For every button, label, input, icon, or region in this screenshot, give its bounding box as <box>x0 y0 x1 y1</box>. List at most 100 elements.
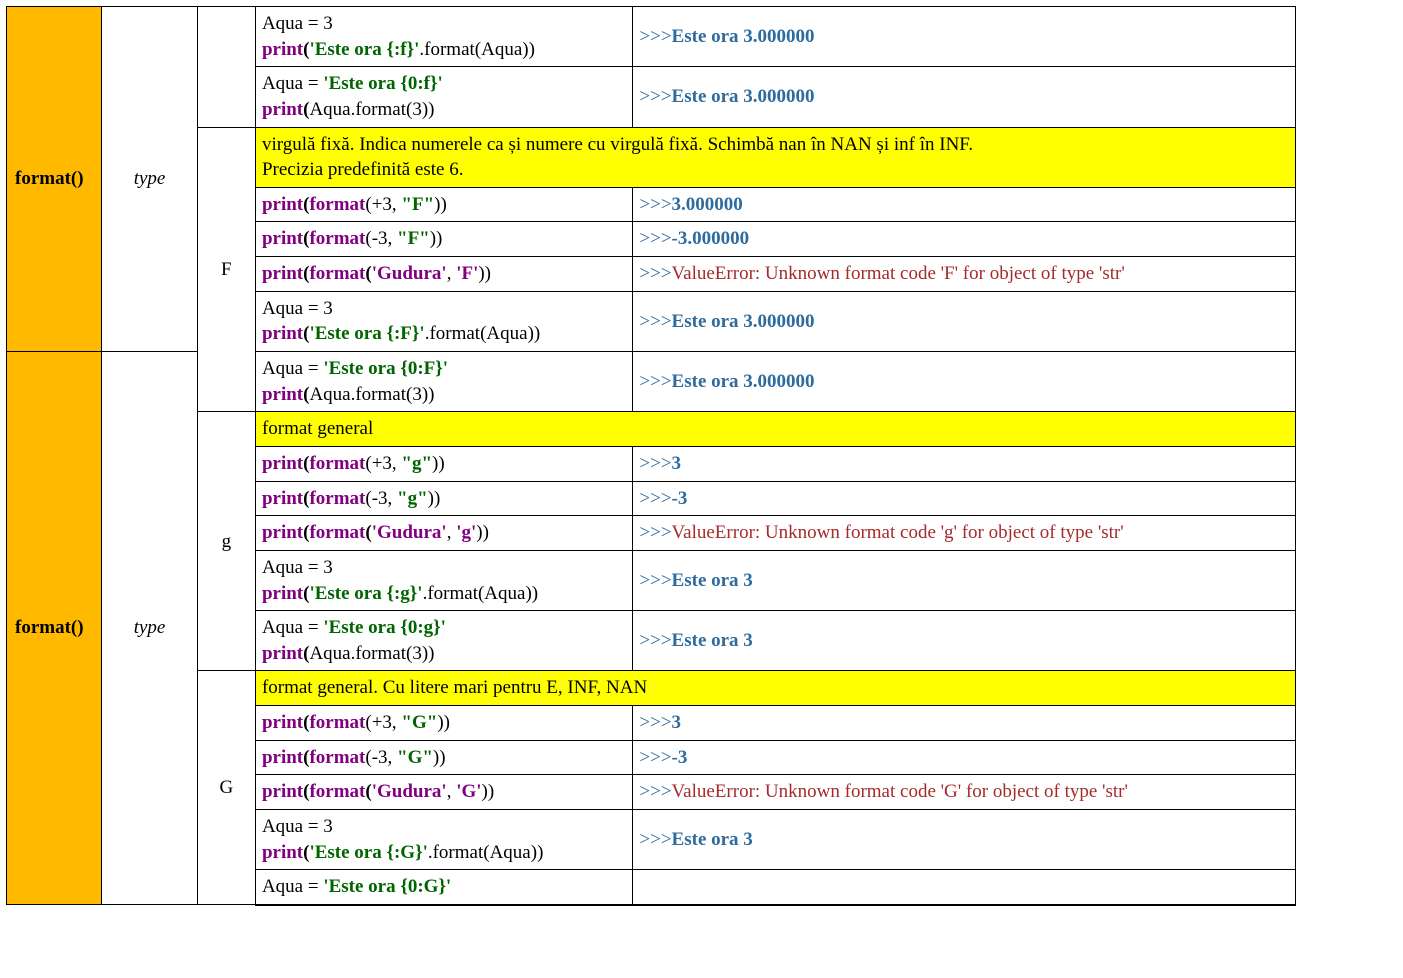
comma: , <box>447 263 457 284</box>
code-cell: Aqua = 'Este ora {0:G}' <box>255 870 632 905</box>
code-cell: print(format(-3, "F")) <box>255 222 632 257</box>
output-error: ValueError: Unknown format code 'G' for … <box>672 781 1128 802</box>
kw-print: print <box>262 99 303 120</box>
prompt: >>> <box>639 371 671 392</box>
str-literal: 'g' <box>456 522 476 543</box>
prompt: >>> <box>639 829 671 850</box>
param-name: type <box>102 7 197 352</box>
output-cell: >>>Este ora 3 <box>633 611 1296 671</box>
str-literal: 'Este ora {0:g}' <box>323 617 446 638</box>
prompt: >>> <box>639 712 671 733</box>
type-letter: g <box>197 412 255 671</box>
prompt: >>> <box>639 453 671 474</box>
kw-print: print <box>262 643 303 664</box>
type-description: format general <box>255 412 1295 447</box>
output-cell: >>>ValueError: Unknown format code 'G' f… <box>633 775 1296 810</box>
str-literal: 'Este ora {:G}' <box>309 842 427 863</box>
prompt: >>> <box>639 522 671 543</box>
kw-print: print <box>262 842 303 863</box>
trail: )) <box>476 522 489 543</box>
prompt: >>> <box>639 311 671 332</box>
output-cell: >>>3.000000 <box>633 187 1296 222</box>
str-literal: 'Este ora {:f}' <box>309 39 419 60</box>
str-literal: 'Gudura' <box>372 263 447 284</box>
str-literal: 'Gudura' <box>372 522 447 543</box>
type-letter: G <box>197 671 255 905</box>
type-description: virgulă fixă. Indica numerele ca și nume… <box>255 127 1295 187</box>
args: (+3, <box>365 194 401 215</box>
code-line: Aqua = 3 <box>262 298 333 319</box>
prompt: >>> <box>639 26 671 47</box>
code-line: Aqua = 3 <box>262 816 333 837</box>
output-text: Este ora 3 <box>672 630 753 651</box>
kw-print: print <box>262 583 303 604</box>
args: (+3, <box>365 453 401 474</box>
trail: )) <box>430 228 443 249</box>
str-literal: 'Este ora {0:G}' <box>323 876 451 897</box>
str-literal: 'Este ora {:F}' <box>309 323 424 344</box>
str-literal: "g" <box>397 488 428 509</box>
table-row: G format general. Cu litere mari pentru … <box>7 671 1296 706</box>
code-line: Aqua = 3 <box>262 557 333 578</box>
str-literal: 'Este ora {:g}' <box>309 583 422 604</box>
output-text: Este ora 3.000000 <box>672 371 815 392</box>
trail: .format(Aqua)) <box>425 323 541 344</box>
fn-format: format <box>309 194 365 215</box>
trail: )) <box>433 747 446 768</box>
output-error: ValueError: Unknown format code 'g' for … <box>672 522 1124 543</box>
args: (-3, <box>365 747 397 768</box>
output-cell: >>>ValueError: Unknown format code 'g' f… <box>633 516 1296 551</box>
trail: )) <box>478 263 491 284</box>
kw-print: print <box>262 488 303 509</box>
output-text: Este ora 3.000000 <box>672 26 815 47</box>
output-text: Este ora 3.000000 <box>672 311 815 332</box>
code-cell: print(format(+3, "F")) <box>255 187 632 222</box>
type-letter <box>197 7 255 128</box>
kw-print: print <box>262 453 303 474</box>
code-line: Aqua = <box>262 73 323 94</box>
fn-format: format <box>309 712 365 733</box>
type-description: format general. Cu litere mari pentru E,… <box>255 671 1295 706</box>
code-cell: Aqua = 3 print('Este ora {:g}'.format(Aq… <box>255 550 632 610</box>
prompt: >>> <box>639 228 671 249</box>
args: (-3, <box>365 228 397 249</box>
output-cell: >>>Este ora 3.000000 <box>633 67 1296 127</box>
code-cell: print(format(-3, "G")) <box>255 740 632 775</box>
prompt: >>> <box>639 263 671 284</box>
code-cell: Aqua = 'Este ora {0:F}' print(Aqua.forma… <box>255 352 632 412</box>
kw-print: print <box>262 323 303 344</box>
str-literal: "G" <box>397 747 433 768</box>
str-literal: 'G' <box>456 781 481 802</box>
code-line: Aqua = <box>262 617 323 638</box>
args: (-3, <box>365 488 397 509</box>
kw-print: print <box>262 228 303 249</box>
trail: )) <box>482 781 495 802</box>
trail: Aqua.format(3)) <box>309 99 434 120</box>
code-cell: Aqua = 3 print('Este ora {:G}'.format(Aq… <box>255 810 632 870</box>
fn-format: format <box>309 228 365 249</box>
code-cell: print(format(-3, "g")) <box>255 481 632 516</box>
code-line: Aqua = <box>262 358 323 379</box>
output-text: Este ora 3 <box>672 829 753 850</box>
fn-format: format <box>309 263 365 284</box>
kw-print: print <box>262 194 303 215</box>
table-row: format() type Aqua = 3 print('Este ora {… <box>7 7 1296 67</box>
output-cell: >>>3 <box>633 446 1296 481</box>
kw-print: print <box>262 712 303 733</box>
output-cell: >>>Este ora 3.000000 <box>633 7 1296 67</box>
comma: , <box>447 522 457 543</box>
code-cell: Aqua = 3 print('Este ora {:F}'.format(Aq… <box>255 291 632 351</box>
param-name: type <box>102 352 197 905</box>
output-text: 3 <box>672 712 682 733</box>
prompt: >>> <box>639 194 671 215</box>
kw-print: print <box>262 747 303 768</box>
trail: .format(Aqua)) <box>428 842 544 863</box>
table-row: g format general <box>7 412 1296 447</box>
kw-print: print <box>262 781 303 802</box>
str-literal: "G" <box>401 712 437 733</box>
str-literal: 'Este ora {0:f}' <box>323 73 442 94</box>
output-cell: >>>-3 <box>633 740 1296 775</box>
prompt: >>> <box>639 86 671 107</box>
output-cell: >>>Este ora 3 <box>633 810 1296 870</box>
trail: .format(Aqua)) <box>419 39 535 60</box>
